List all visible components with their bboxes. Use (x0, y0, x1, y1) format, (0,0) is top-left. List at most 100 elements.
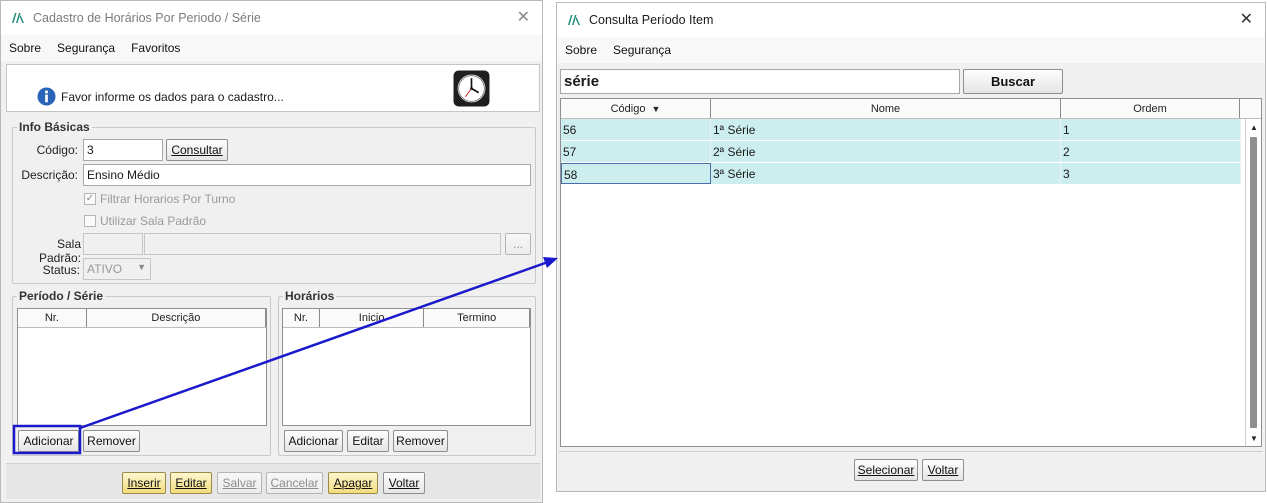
consulta-window: Consulta Período Item ✕ Sobre Segurança … (556, 2, 1266, 492)
scroll-down-icon[interactable]: ▼ (1246, 430, 1261, 446)
col-nr[interactable]: Nr. (18, 309, 87, 327)
scroll-up-icon[interactable]: ▲ (1246, 119, 1261, 135)
editar-button[interactable]: Editar (170, 472, 212, 494)
periodo-table-header: Nr. Descrição (18, 309, 266, 328)
menu-bar: Sobre Segurança Favoritos (1, 35, 542, 61)
app-logo-icon (568, 15, 580, 25)
cancelar-label: Cancelar (270, 476, 319, 490)
chevron-down-icon: ▼ (137, 262, 146, 272)
col-codigo-label: Código (610, 102, 646, 115)
inserir-button[interactable]: Inserir (122, 472, 166, 494)
search-input[interactable]: série (560, 69, 960, 94)
title-bar: Consulta Período Item ✕ (557, 3, 1265, 37)
info-basicas-legend: Info Básicas (17, 120, 92, 134)
close-icon[interactable]: ✕ (517, 10, 530, 26)
inserir-label: Inserir (127, 476, 161, 490)
cell-ordem: 1 (1061, 119, 1241, 140)
voltar-label: Voltar (927, 463, 959, 477)
app-logo-icon (12, 13, 24, 23)
status-label: Status: (42, 263, 80, 277)
codigo-input[interactable]: 3 (83, 139, 163, 161)
sala-code-input (83, 233, 143, 255)
col-nome[interactable]: Nome (711, 99, 1061, 118)
window-title: Consulta Período Item (589, 13, 714, 27)
vertical-scrollbar[interactable]: ▲ ▼ (1245, 119, 1261, 446)
col-codigo[interactable]: Código ▼ (561, 99, 711, 118)
voltar-label: Voltar (388, 476, 420, 490)
voltar-button[interactable]: Voltar (383, 472, 425, 494)
cell-nome: 2ª Série (711, 141, 1061, 162)
editar-label: Editar (175, 476, 207, 490)
cell-nome: 1ª Série (711, 119, 1061, 140)
sala-label: Sala Padrão: (38, 237, 81, 265)
title-bar: Cadastro de Horários Por Periodo / Série… (1, 1, 542, 35)
horarios-remover-button[interactable]: Remover (393, 430, 448, 452)
cell-codigo: 58 (561, 163, 711, 184)
menu-favoritos[interactable]: Favoritos (131, 41, 180, 55)
periodo-adicionar-button[interactable]: Adicionar (18, 430, 79, 452)
descricao-label: Descrição: (21, 168, 78, 182)
utilizar-checkbox-row[interactable]: Utilizar Sala Padrão (84, 214, 206, 228)
utilizar-label: Utilizar Sala Padrão (100, 214, 207, 228)
horarios-legend: Horários (283, 289, 337, 303)
cell-nome: 3ª Série (711, 163, 1061, 184)
sala-search-button[interactable]: ... (505, 233, 531, 255)
table-row[interactable]: 57 2ª Série 2 (561, 141, 1241, 163)
periodo-legend: Período / Série (17, 289, 106, 303)
status-select[interactable]: ATIVO ▼ (83, 258, 151, 280)
menu-sobre[interactable]: Sobre (9, 41, 41, 55)
periodo-table[interactable]: Nr. Descrição (17, 308, 267, 426)
window-title: Cadastro de Horários Por Periodo / Série (33, 11, 261, 25)
menu-seguranca[interactable]: Segurança (57, 41, 115, 55)
col-termino[interactable]: Termino (424, 309, 530, 327)
horarios-table[interactable]: Nr. Inicio Termino (282, 308, 531, 426)
results-table[interactable]: Código ▼ Nome Ordem 56 1ª Série 1 57 2ª … (560, 98, 1262, 447)
apagar-label: Apagar (333, 476, 373, 490)
col-ordem[interactable]: Ordem (1061, 99, 1240, 118)
cadastro-window: Cadastro de Horários Por Periodo / Série… (0, 0, 543, 503)
cancelar-button[interactable]: Cancelar (266, 472, 323, 494)
col-descricao[interactable]: Descrição (87, 309, 266, 327)
apagar-button[interactable]: Apagar (328, 472, 378, 494)
salvar-button[interactable]: Salvar (217, 472, 262, 494)
periodo-remover-button[interactable]: Remover (83, 430, 140, 452)
descricao-input[interactable]: Ensino Médio (83, 164, 531, 186)
menu-seguranca[interactable]: Segurança (613, 43, 671, 57)
table-row[interactable]: 58 3ª Série 3 (561, 163, 1241, 185)
filtrar-checkbox-row[interactable]: ✓ Filtrar Horarios Por Turno (84, 192, 235, 206)
voltar-button[interactable]: Voltar (922, 459, 964, 481)
results-table-header: Código ▼ Nome Ordem (561, 99, 1261, 119)
utilizar-checkbox[interactable] (84, 215, 96, 227)
cell-codigo: 56 (561, 119, 711, 140)
sala-desc-input (144, 233, 501, 255)
filtrar-label: Filtrar Horarios Por Turno (100, 192, 236, 206)
results-body: 56 1ª Série 1 57 2ª Série 2 58 3ª Série … (561, 119, 1241, 185)
col-nr[interactable]: Nr. (283, 309, 320, 327)
horarios-adicionar-button[interactable]: Adicionar (284, 430, 343, 452)
salvar-label: Salvar (222, 476, 257, 490)
cell-ordem: 2 (1061, 141, 1241, 162)
cell-codigo: 57 (561, 141, 711, 162)
info-message: Favor informe os dados para o cadastro..… (61, 90, 284, 104)
filtrar-checkbox[interactable]: ✓ (84, 193, 96, 205)
sort-desc-icon: ▼ (651, 103, 661, 114)
selecionar-label: Selecionar (857, 463, 915, 477)
horarios-editar-button[interactable]: Editar (347, 430, 389, 452)
info-banner: Favor informe os dados para o cadastro..… (6, 64, 540, 112)
consultar-button[interactable]: Consultar (166, 139, 228, 161)
horarios-table-header: Nr. Inicio Termino (283, 309, 530, 328)
selecionar-button[interactable]: Selecionar (854, 459, 918, 481)
close-icon[interactable]: ✕ (1240, 12, 1253, 28)
consultar-button-label: Consultar (171, 143, 223, 157)
table-row[interactable]: 56 1ª Série 1 (561, 119, 1241, 141)
cell-ordem: 3 (1061, 163, 1241, 184)
codigo-label: Código: (36, 143, 78, 157)
status-value: ATIVO (87, 262, 123, 276)
col-inicio[interactable]: Inicio (320, 309, 425, 327)
scroll-thumb[interactable] (1250, 137, 1257, 428)
clock-icon (453, 70, 490, 107)
buscar-button[interactable]: Buscar (963, 69, 1063, 94)
info-icon (37, 87, 56, 106)
menu-bar: Sobre Segurança (557, 37, 1265, 63)
menu-sobre[interactable]: Sobre (565, 43, 597, 57)
